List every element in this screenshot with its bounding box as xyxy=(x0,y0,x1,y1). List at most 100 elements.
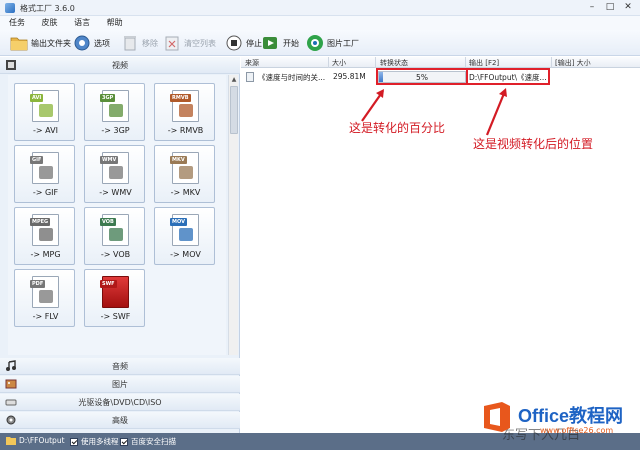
category-rom-device[interactable]: 光驱设备\DVD\CD\ISO xyxy=(0,394,240,411)
column-status[interactable]: 转换状态 xyxy=(380,58,408,68)
start-button[interactable]: 开始 xyxy=(262,33,299,53)
column-output[interactable]: 输出 [F2] xyxy=(469,58,499,68)
checkbox-checked[interactable] xyxy=(120,437,128,446)
format-tag: MKV xyxy=(170,156,187,164)
format-tile-gif[interactable]: GIF -> GIF xyxy=(14,145,75,203)
watermark-brand: Office教程网 xyxy=(518,406,624,426)
office-logo-icon xyxy=(484,402,510,432)
file-format-icon: 3GP xyxy=(100,90,129,122)
format-glyph-icon xyxy=(39,166,53,179)
scrollbar-thumb[interactable] xyxy=(230,86,238,134)
annotation-progress: 这是转化的百分比 xyxy=(349,121,446,135)
format-glyph-icon xyxy=(109,166,123,179)
column-divider xyxy=(328,57,329,68)
video-format-grid: AVI -> AVI 3GP -> 3GP RMVB -> RMVB GIF -> GIF WM… xyxy=(8,75,226,355)
folder-icon xyxy=(10,34,28,52)
file-format-icon: MOV xyxy=(170,214,199,246)
format-tile-label: -> AVI xyxy=(33,126,58,135)
toolbar: 输出文件夹 选项 移除 清空列表 停止 开始 图片工厂 xyxy=(0,30,640,56)
column-size[interactable]: 大小 xyxy=(332,58,346,68)
column-output-size[interactable]: [输出] 大小 xyxy=(555,58,591,68)
multithread-checkbox[interactable]: 使用多线程 xyxy=(70,436,119,447)
options-button[interactable]: 选项 xyxy=(73,33,110,53)
folder-icon xyxy=(6,437,16,445)
window-title: 格式工厂 3.6.0 xyxy=(20,4,75,13)
format-tag: AVI xyxy=(30,94,44,102)
row-size: 295.81M xyxy=(333,72,366,81)
format-tile-label: -> WMV xyxy=(99,188,132,197)
format-tile-label: -> 3GP xyxy=(101,126,130,135)
format-tag: GIF xyxy=(30,156,44,164)
output-path-status[interactable]: D:\FFOutput xyxy=(6,436,65,445)
format-tile-flv[interactable]: PDF -> FLV xyxy=(14,269,75,327)
file-format-icon: AVI xyxy=(30,90,59,122)
format-tag: MPEG xyxy=(30,218,51,226)
minimize-button[interactable]: – xyxy=(584,0,600,14)
format-glyph-icon xyxy=(179,228,193,241)
format-tag: 3GP xyxy=(100,94,116,102)
format-glyph-icon xyxy=(179,166,193,179)
column-divider xyxy=(465,57,466,68)
menu-task[interactable]: 任务 xyxy=(0,16,30,29)
file-format-icon: MKV xyxy=(170,152,199,184)
clear-list-button[interactable]: 清空列表 xyxy=(163,33,216,53)
file-format-icon: VOB xyxy=(100,214,129,246)
output-highlight-box xyxy=(466,68,550,85)
format-glyph-icon xyxy=(109,290,123,303)
title-bar: 格式工厂 3.6.0 – □ ✕ xyxy=(0,0,640,16)
format-tile-swf[interactable]: SWF -> SWF xyxy=(84,269,145,327)
format-tile-avi[interactable]: AVI -> AVI xyxy=(14,83,75,141)
close-button[interactable]: ✕ xyxy=(620,0,636,14)
format-tag: PDF xyxy=(30,280,46,288)
progress-highlight-box xyxy=(376,68,468,85)
menu-language[interactable]: 语言 xyxy=(65,16,95,29)
picture-factory-icon xyxy=(306,34,324,52)
format-tile-label: -> MPG xyxy=(30,250,61,259)
play-icon xyxy=(262,34,280,52)
format-tag: VOB xyxy=(100,218,116,226)
category-picture[interactable]: 图片 xyxy=(0,376,240,393)
task-list-header: 来源 大小 转换状态 输出 [F2] [输出] 大小 xyxy=(241,57,640,68)
scroll-up-icon[interactable]: ▲ xyxy=(229,75,239,85)
column-source[interactable]: 来源 xyxy=(245,58,259,68)
format-tile-wmv[interactable]: WMV -> WMV xyxy=(84,145,145,203)
remove-button[interactable]: 移除 xyxy=(121,33,158,53)
format-glyph-icon xyxy=(179,104,193,117)
column-divider xyxy=(375,57,376,68)
menu-help[interactable]: 帮助 xyxy=(98,16,128,29)
format-glyph-icon xyxy=(39,290,53,303)
watermark: 东写下入几白 Office教程网 www.office26.com xyxy=(470,396,640,450)
file-format-icon: GIF xyxy=(30,152,59,184)
menu-skin[interactable]: 皮肤 xyxy=(33,16,63,29)
format-tile-3gp[interactable]: 3GP -> 3GP xyxy=(84,83,145,141)
safe-scan-checkbox[interactable]: 百度安全扫描 xyxy=(120,436,176,447)
category-advanced[interactable]: 高级 xyxy=(0,412,240,429)
format-tile-rmvb[interactable]: RMVB -> RMVB xyxy=(154,83,215,141)
stop-button[interactable]: 停止 xyxy=(225,33,262,53)
format-tag: WMV xyxy=(100,156,119,164)
file-format-icon: WMV xyxy=(100,152,129,184)
gear-icon xyxy=(73,34,91,52)
format-tag: RMVB xyxy=(170,94,191,102)
output-arrow-icon xyxy=(485,88,507,136)
category-video[interactable]: 视频 xyxy=(0,57,240,74)
output-folder-button[interactable]: 输出文件夹 xyxy=(10,33,71,53)
format-tile-label: -> RMVB xyxy=(167,126,204,135)
window-controls: – □ ✕ xyxy=(584,0,636,16)
format-tile-mov[interactable]: MOV -> MOV xyxy=(154,207,215,265)
watermark-url: www.office26.com xyxy=(540,426,614,435)
sidebar-scrollbar[interactable]: ▲ xyxy=(228,75,238,355)
document-icon xyxy=(246,72,254,82)
sidebar: 视频 AVI -> AVI 3GP -> 3GP RMVB -> RMVB GIF -> GI… xyxy=(0,57,240,433)
format-tile-mkv[interactable]: MKV -> MKV xyxy=(154,145,215,203)
format-tile-label: -> MOV xyxy=(170,250,201,259)
maximize-button[interactable]: □ xyxy=(602,0,618,14)
picture-factory-button[interactable]: 图片工厂 xyxy=(306,33,359,53)
format-tile-vob[interactable]: VOB -> VOB xyxy=(84,207,145,265)
format-glyph-icon xyxy=(39,104,53,117)
format-tile-label: -> FLV xyxy=(32,312,59,321)
category-audio[interactable]: 音频 xyxy=(0,358,240,375)
format-tile-mpg[interactable]: MPEG -> MPG xyxy=(14,207,75,265)
checkbox-checked[interactable] xyxy=(70,437,78,446)
format-tile-label: -> MKV xyxy=(170,188,201,197)
